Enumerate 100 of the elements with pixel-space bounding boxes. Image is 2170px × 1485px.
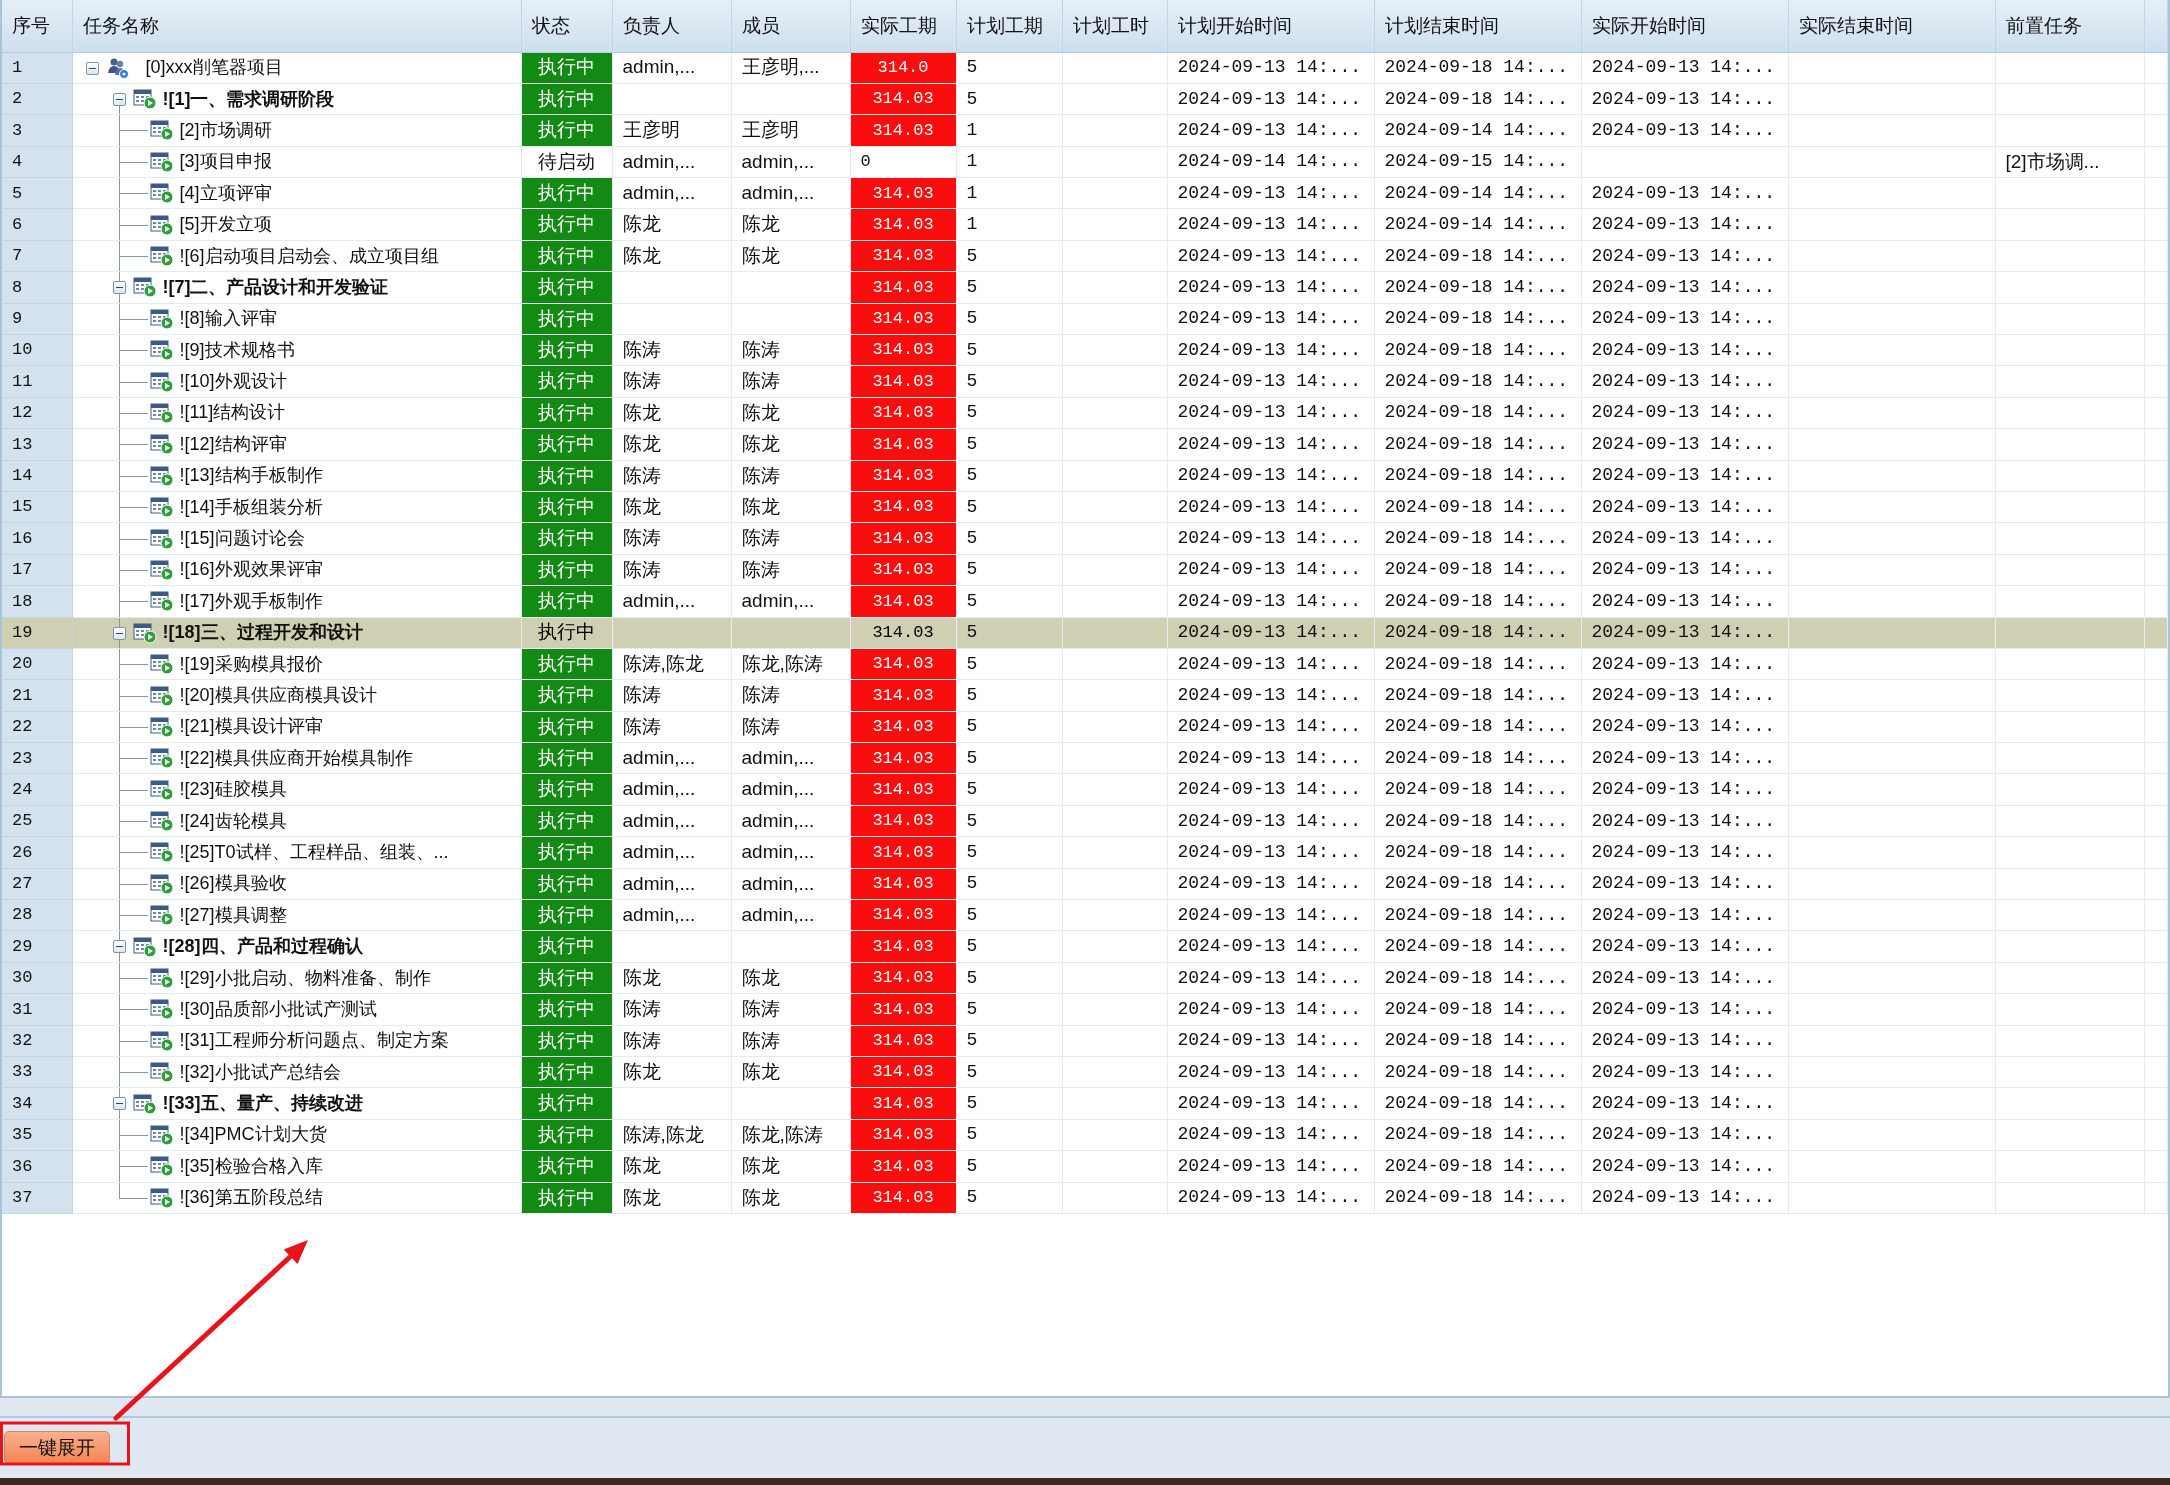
task-name[interactable]: [4]立项评审 [179,179,272,207]
column-header[interactable]: 序号 [2,0,72,52]
task-name[interactable]: ![19]采购模具报价 [179,650,323,678]
task-name[interactable]: ![11]结构设计 [179,399,286,427]
table-row[interactable]: 32 ![31]工程师分析问题点、制定方案 执行中 陈涛 陈涛 314.03 5 2024-09-13 14:... 2024-09-18 14:... 2024-09-13 14:... [2,1025,2168,1057]
table-row[interactable]: 21 ![20]模具供应商模具设计 执行中 陈涛 陈涛 314.03 5 2024-09-13 14:... 2024-09-18 14:... 2024-09-13 14:... [2,679,2168,712]
task-name[interactable]: ![8]输入评审 [179,305,277,333]
table-row[interactable]: 11 ![10]外观设计 执行中 陈涛 陈涛 314.03 5 2024-09-13 14:... 2024-09-18 14:... 2024-09-13 14:... [2,365,2168,398]
table-row[interactable]: 28 ![27]模具调整 执行中 admin,... admin,... 314.03 5 2024-09-13 14:... 2024-09-18 14:... 2024-09-13 14:... [2,899,2168,931]
table-row[interactable]: 26 ![25]T0试样、工程样品、组装、... 执行中 admin,... admin,... 314.03 5 2024-09-13 14:... 2024-09-18 14:... 2024-09-13 14:... [2,836,2168,869]
task-name[interactable]: ![30]品质部小批试产测试 [179,995,377,1023]
task-name[interactable]: ![14]手板组装分析 [179,493,323,521]
column-header[interactable]: 负责人 [612,0,731,52]
status-cell: 执行中 [521,365,612,398]
task-name[interactable]: ![36]第五阶段总结 [179,1184,323,1212]
table-row[interactable]: 36 ![35]检验合格入库 执行中 陈龙 陈龙 314.03 5 2024-09-13 14:... 2024-09-18 14:... 2024-09-13 14:... [2,1150,2168,1183]
task-name[interactable]: ![35]检验合格入库 [179,1152,323,1180]
table-row[interactable]: 19 ![18]三、过程开发和设计 执行中 314.03 5 2024-09-13 14:... 2024-09-18 14:... 2024-09-13 14:... [2,617,2168,649]
column-header[interactable]: 状态 [521,0,612,52]
row-number: 25 [2,805,72,837]
table-row[interactable]: 34 ![33]五、量产、持续改进 执行中 314.03 5 2024-09-13 14:... 2024-09-18 14:... 2024-09-13 14:... [2,1087,2168,1120]
task-name[interactable]: ![31]工程师分析问题点、制定方案 [179,1027,449,1055]
task-name[interactable]: ![26]模具验收 [179,870,287,898]
task-name[interactable]: ![24]齿轮模具 [179,807,287,835]
column-header[interactable]: 实际开始时间 [1581,0,1788,52]
table-row[interactable]: 2 ![1]一、需求调研阶段 执行中 314.03 5 2024-09-13 14:... 2024-09-18 14:... 2024-09-13 14:... [2,83,2168,115]
table-row[interactable]: 13 ![12]结构评审 执行中 陈龙 陈龙 314.03 5 2024-09-13 14:... 2024-09-18 14:... 2024-09-13 14:... [2,428,2168,461]
column-header[interactable]: 实际工期 [850,0,956,52]
task-name[interactable]: ![16]外观效果评审 [179,556,323,584]
table-row[interactable]: 16 ![15]问题讨论会 执行中 陈涛 陈涛 314.03 5 2024-09-13 14:... 2024-09-18 14:... 2024-09-13 14:... [2,522,2168,555]
table-row[interactable]: 30 ![29]小批启动、物料准备、制作 执行中 陈龙 陈龙 314.03 5 2024-09-13 14:... 2024-09-18 14:... 2024-09-13 14:... [2,962,2168,994]
task-name[interactable]: ![21]模具设计评审 [179,713,323,741]
table-row[interactable]: 18 ![17]外观手板制作 执行中 admin,... admin,... 314.03 5 2024-09-13 14:... 2024-09-18 14:... 2024-09-13 14:... [2,585,2168,618]
table-cell: 2024-09-13 14:... [1167,993,1374,1026]
task-name[interactable]: [0]xxx削笔器项目 [145,54,283,82]
table-row[interactable]: 10 ![9]技术规格书 执行中 陈涛 陈涛 314.03 5 2024-09-13 14:... 2024-09-18 14:... 2024-09-13 14:... [2,334,2168,366]
column-header[interactable]: 成员 [731,0,850,52]
collapse-toggle[interactable] [112,281,126,295]
table-row[interactable]: 7 ![6]启动项目启动会、成立项目组 执行中 陈龙 陈龙 314.03 5 2024-09-13 14:... 2024-09-18 14:... 2024-09-13 14:... [2,240,2168,272]
table-row[interactable]: 15 ![14]手板组装分析 执行中 陈龙 陈龙 314.03 5 2024-09-13 14:... 2024-09-18 14:... 2024-09-13 14:... [2,491,2168,523]
task-name[interactable]: ![28]四、产品和过程确认 [162,933,363,961]
table-row[interactable]: 31 ![30]品质部小批试产测试 执行中 陈涛 陈涛 314.03 5 2024-09-13 14:... 2024-09-18 14:... 2024-09-13 14:... [2,993,2168,1026]
collapse-toggle[interactable] [112,92,126,106]
task-name[interactable]: ![10]外观设计 [179,368,287,396]
task-name[interactable]: ![7]二、产品设计和开发验证 [162,273,389,301]
collapse-toggle[interactable] [112,1097,126,1111]
task-name[interactable]: ![1]一、需求调研阶段 [162,85,335,113]
table-row[interactable]: 29 ![28]四、产品和过程确认 执行中 314.03 5 2024-09-13 14:... 2024-09-18 14:... 2024-09-13 14:... [2,930,2168,963]
column-header[interactable]: 前置任务 [1995,0,2144,52]
task-name[interactable]: ![23]硅胶模具 [179,776,287,804]
task-name[interactable]: ![13]结构手板制作 [179,462,323,490]
table-row[interactable]: 23 ![22]模具供应商开始模具制作 执行中 admin,... admin,... 314.03 5 2024-09-13 14:... 2024-09-18 14:... 2024-09-13 14:... [2,742,2168,774]
task-name[interactable]: ![25]T0试样、工程样品、组装、... [179,838,449,866]
table-row[interactable]: 25 ![24]齿轮模具 执行中 admin,... admin,... 314.03 5 2024-09-13 14:... 2024-09-18 14:... 2024-09-13 14:... [2,805,2168,837]
table-row[interactable]: 4 [3]项目申报 待启动 admin,... admin,... 0 1 2024-09-14 14:... 2024-09-15 14:... [2]市场调... [2,146,2168,178]
table-row[interactable]: 6 [5]开发立项 执行中 陈龙 陈龙 314.03 1 2024-09-13 14:... 2024-09-14 14:... 2024-09-13 14:... [2,208,2168,241]
column-header[interactable]: 计划工时 [1062,0,1167,52]
table-row[interactable]: 9 ![8]输入评审 执行中 314.03 5 2024-09-13 14:... 2024-09-18 14:... 2024-09-13 14:... [2,303,2168,335]
task-name[interactable]: ![9]技术规格书 [179,336,295,364]
task-name[interactable]: ![17]外观手板制作 [179,587,323,615]
task-name[interactable]: ![32]小批试产总结会 [179,1058,341,1086]
task-name[interactable]: ![27]模具调整 [179,901,287,929]
task-name[interactable]: [2]市场调研 [179,116,272,144]
collapse-toggle[interactable] [112,940,126,954]
task-name[interactable]: ![33]五、量产、持续改进 [162,1090,363,1118]
table-row[interactable]: 37 ![36]第五阶段总结 执行中 陈龙 陈龙 314.03 5 2024-09-13 14:... 2024-09-18 14:... 2024-09-13 14:... [2,1182,2168,1214]
table-row[interactable]: 17 ![16]外观效果评审 执行中 陈涛 陈涛 314.03 5 2024-09-13 14:... 2024-09-18 14:... 2024-09-13 14:... [2,554,2168,586]
table-row[interactable]: 1 [0]xxx削笔器项目 执行中 admin,... 王彦明,... 314.0 5 2024-09-13 14:... 2024-09-18 14:... 2024-09-13 14:... [2,52,2168,84]
column-header[interactable]: 计划工期 [956,0,1062,52]
task-name[interactable]: [5]开发立项 [179,211,272,239]
table-row[interactable]: 20 ![19]采购模具报价 执行中 陈涛,陈龙 陈龙,陈涛 314.03 5 2024-09-13 14:... 2024-09-18 14:... 2024-09-13 14:... [2,648,2168,680]
column-header[interactable]: 计划开始时间 [1167,0,1374,52]
table-row[interactable]: 5 [4]立项评审 执行中 admin,... admin,... 314.03 1 2024-09-13 14:... 2024-09-14 14:... 2024-09-13 14:... [2,177,2168,209]
column-header[interactable]: 计划结束时间 [1374,0,1581,52]
table-row[interactable]: 3 [2]市场调研 执行中 王彦明 王彦明 314.03 1 2024-09-13 14:... 2024-09-14 14:... 2024-09-13 14:... [2,114,2168,147]
column-header[interactable]: 实际结束时间 [1788,0,1995,52]
column-header[interactable]: 任务名称 [72,0,521,52]
task-name[interactable]: ![12]结构评审 [179,430,287,458]
task-name[interactable]: ![22]模具供应商开始模具制作 [179,744,413,772]
table-row[interactable]: 24 ![23]硅胶模具 执行中 admin,... admin,... 314.03 5 2024-09-13 14:... 2024-09-18 14:... 2024-09-13 14:... [2,774,2168,806]
table-row[interactable]: 27 ![26]模具验收 执行中 admin,... admin,... 314.03 5 2024-09-13 14:... 2024-09-18 14:... 2024-09-13 14:... [2,868,2168,900]
collapse-toggle[interactable] [85,61,99,75]
task-name[interactable]: ![15]问题讨论会 [179,525,305,553]
task-name[interactable]: ![20]模具供应商模具设计 [179,682,377,709]
table-row[interactable]: 35 ![34]PMC计划大货 执行中 陈涛,陈龙 陈龙,陈涛 314.03 5 2024-09-13 14:... 2024-09-18 14:... 2024-09-13 14:... [2,1119,2168,1151]
table-row[interactable]: 8 ![7]二、产品设计和开发验证 执行中 314.03 5 2024-09-13 14:... 2024-09-18 14:... 2024-09-13 14:... [2,271,2168,304]
task-name[interactable]: ![29]小批启动、物料准备、制作 [179,964,431,992]
table-row[interactable]: 12 ![11]结构设计 执行中 陈龙 陈龙 314.03 5 2024-09-13 14:... 2024-09-18 14:... 2024-09-13 14:... [2,397,2168,429]
collapse-toggle[interactable] [112,626,126,640]
table-cell: 5 [956,240,1062,272]
table-cell: 314.03 [850,1087,956,1120]
calendar-play-icon [149,496,174,519]
task-name[interactable]: [3]项目申报 [179,148,272,176]
table-row[interactable]: 33 ![32]小批试产总结会 执行中 陈龙 陈龙 314.03 5 2024-09-13 14:... 2024-09-18 14:... 2024-09-13 14:... [2,1056,2168,1088]
table-row[interactable]: 22 ![21]模具设计评审 执行中 陈涛 陈涛 314.03 5 2024-09-13 14:... 2024-09-18 14:... 2024-09-13 14:... [2,711,2168,743]
table-cell: 2024-09-18 14:... [1374,774,1581,806]
table-row[interactable]: 14 ![13]结构手板制作 执行中 陈涛 陈涛 314.03 5 2024-09-13 14:... 2024-09-18 14:... 2024-09-13 14:... [2,460,2168,492]
expand-all-button[interactable]: 一键展开 [4,1431,110,1465]
task-name[interactable]: ![34]PMC计划大货 [179,1121,327,1149]
task-name[interactable]: ![6]启动项目启动会、成立项目组 [179,242,439,270]
